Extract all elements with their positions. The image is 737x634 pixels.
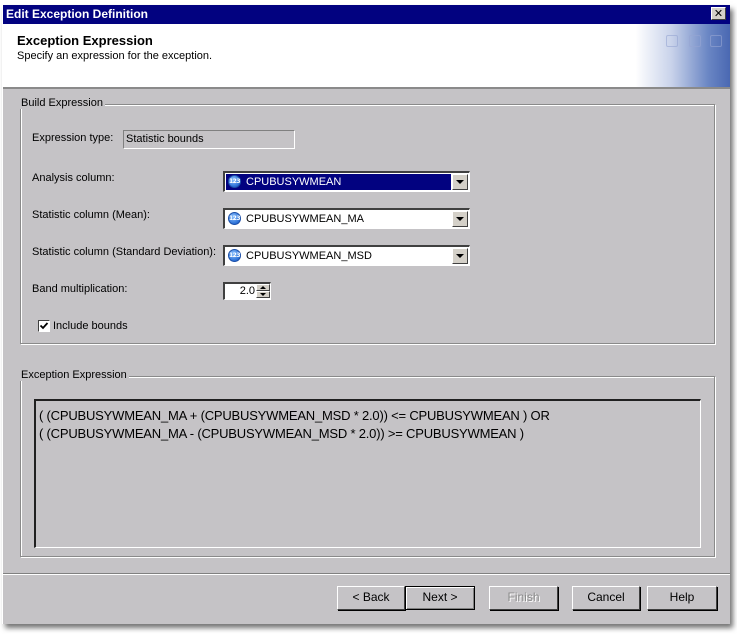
band-multiplication-spinner[interactable]: 2.0 <box>223 282 271 300</box>
stat-sd-label: Statistic column (Standard Deviation): <box>32 246 217 258</box>
cancel-button[interactable]: Cancel <box>572 586 640 610</box>
include-bounds-checkbox[interactable] <box>38 320 50 332</box>
analysis-column-value: 123 CPUBUSYWMEAN <box>226 174 451 190</box>
back-button[interactable]: < Back <box>337 586 405 610</box>
band-multiplication-label: Band multiplication: <box>32 283 128 295</box>
wizard-header: Exception Expression Specify an expressi… <box>3 24 730 89</box>
exception-expression-textarea[interactable]: ( (CPUBUSYWMEAN_MA + (CPUBUSYWMEAN_MSD *… <box>34 399 701 548</box>
numeric-column-icon: 123 <box>228 249 241 262</box>
decorative-square-icon <box>666 35 678 47</box>
exception-expression-legend: Exception Expression <box>19 369 129 381</box>
stat-mean-label: Statistic column (Mean): <box>32 209 150 221</box>
footer-separator <box>3 573 730 575</box>
expression-line: ( (CPUBUSYWMEAN_MA - (CPUBUSYWMEAN_MSD *… <box>39 426 524 441</box>
expression-type-label: Expression type: <box>32 132 114 144</box>
chevron-down-icon[interactable] <box>452 248 468 264</box>
checkmark-icon <box>39 322 49 330</box>
chevron-down-icon[interactable] <box>452 174 468 190</box>
stat-mean-select[interactable]: 123 CPUBUSYWMEAN_MA <box>223 208 470 229</box>
spinner-down-icon[interactable] <box>256 291 270 298</box>
stat-sd-value: 123 CPUBUSYWMEAN_MSD <box>226 248 451 264</box>
band-multiplication-value[interactable]: 2.0 <box>225 284 255 299</box>
help-button[interactable]: Help <box>647 586 717 610</box>
spinner-up-icon[interactable] <box>256 284 270 291</box>
build-expression-legend: Build Expression <box>19 97 105 109</box>
page-subtitle: Specify an expression for the exception. <box>17 50 213 62</box>
stat-sd-select[interactable]: 123 CPUBUSYWMEAN_MSD <box>223 245 470 266</box>
title-bar[interactable]: Edit Exception Definition ✕ <box>3 5 730 24</box>
stat-mean-text: CPUBUSYWMEAN_MA <box>246 213 364 225</box>
close-button[interactable]: ✕ <box>711 7 726 20</box>
window-title: Edit Exception Definition <box>6 7 149 21</box>
analysis-column-text: CPUBUSYWMEAN <box>246 176 342 188</box>
numeric-column-icon: 123 <box>228 212 241 225</box>
analysis-column-select[interactable]: 123 CPUBUSYWMEAN <box>223 171 470 192</box>
stat-sd-text: CPUBUSYWMEAN_MSD <box>246 250 372 262</box>
analysis-column-label: Analysis column: <box>32 172 115 184</box>
page-title: Exception Expression <box>17 33 153 48</box>
numeric-column-icon: 123 <box>228 175 241 188</box>
decorative-square-icon <box>710 35 722 47</box>
expression-type-field: Statistic bounds <box>123 130 295 149</box>
expression-line: ( (CPUBUSYWMEAN_MA + (CPUBUSYWMEAN_MSD *… <box>39 408 550 423</box>
edit-exception-dialog: Edit Exception Definition ✕ Exception Ex… <box>2 5 730 624</box>
close-icon: ✕ <box>713 7 724 20</box>
next-button[interactable]: Next > <box>405 586 475 610</box>
chevron-down-icon[interactable] <box>452 211 468 227</box>
finish-button: Finish <box>489 586 558 610</box>
decorative-square-icon <box>689 35 701 47</box>
stat-mean-value: 123 CPUBUSYWMEAN_MA <box>226 211 451 227</box>
include-bounds-label[interactable]: Include bounds <box>53 320 128 332</box>
